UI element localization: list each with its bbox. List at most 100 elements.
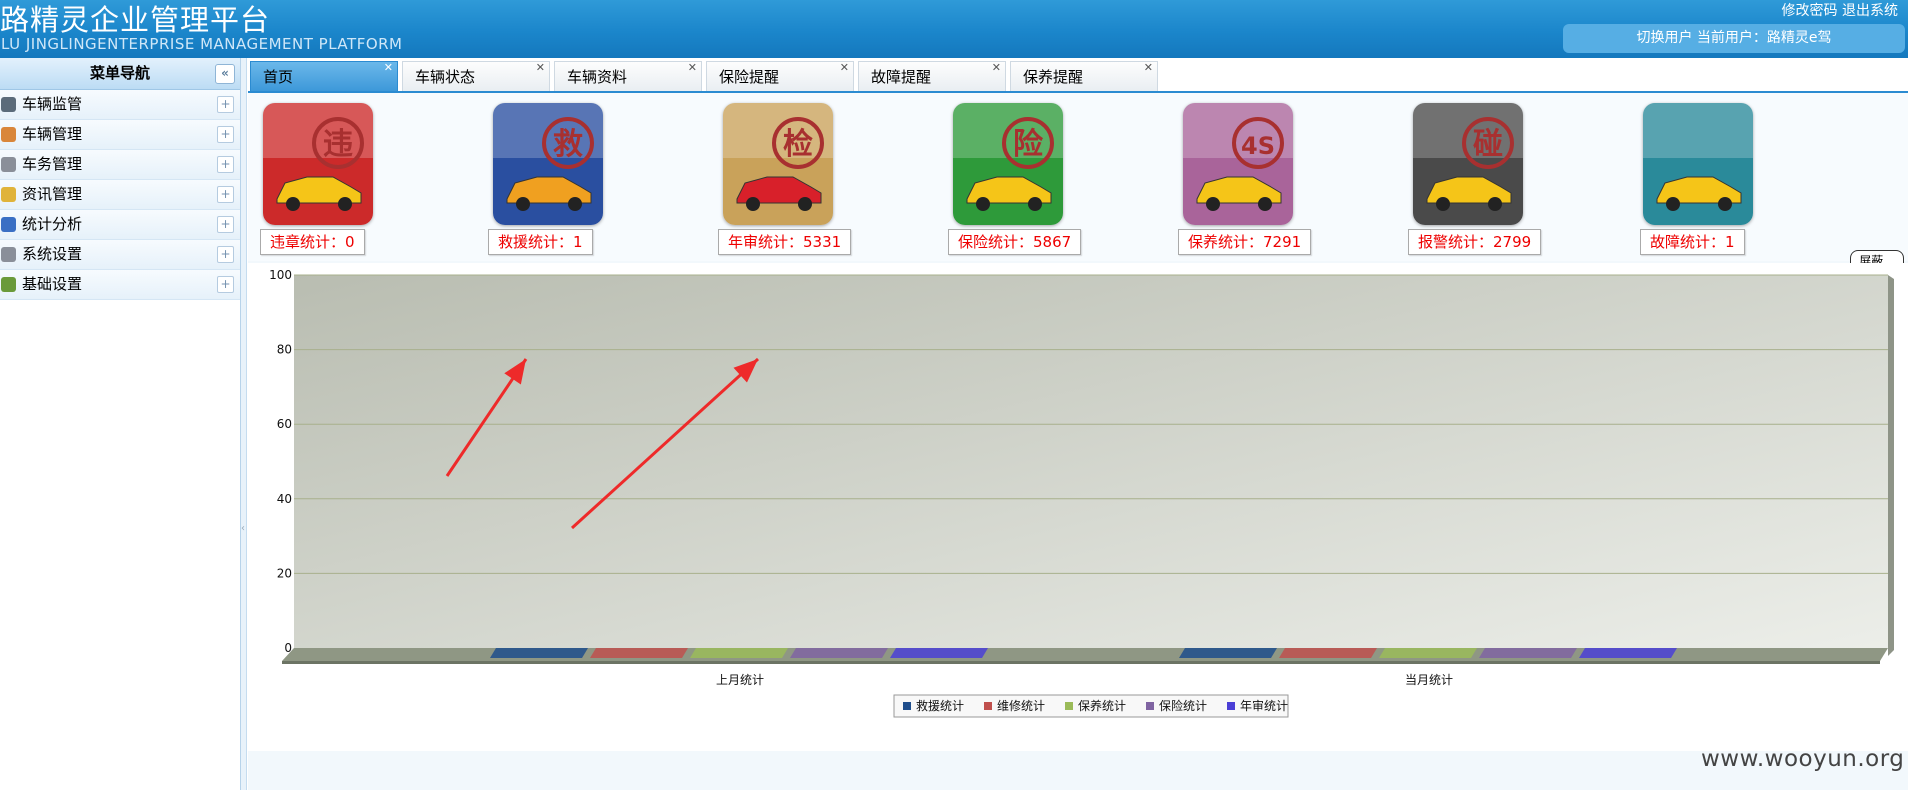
sidebar-item[interactable]: 统计分析 + [0,210,240,240]
stat-label[interactable]: 保险统计：5867 [948,229,1082,255]
annual-inspection-icon[interactable]: 检 [723,103,833,225]
user-bar: 切换用户 当前用户：路精灵e驾 [1563,24,1905,53]
expand-plus-icon[interactable]: + [217,276,234,293]
sidebar-item[interactable]: 车务管理 + [0,150,240,180]
sidebar-menu: 车辆监管 + 车辆管理 + 车务管理 + 资讯管理 + 统计分析 + 系统设置 + 基础设置 + [0,90,240,300]
bar-维修统计 [590,648,688,658]
panel-splitter[interactable]: ‹ [241,58,247,790]
fault-repair-icon[interactable] [1643,103,1753,225]
tab[interactable]: 车辆状态 ✕ [402,61,550,91]
stamp-glyph: 4S [1241,132,1275,160]
tab-close-icon[interactable]: ✕ [840,53,849,83]
expand-plus-icon[interactable]: + [217,126,234,143]
y-tick-label: 80 [277,343,292,357]
y-tick-label: 100 [269,268,292,282]
sidebar-item[interactable]: 基础设置 + [0,270,240,300]
splitter-handle-icon[interactable]: ‹ [241,523,246,543]
header-bar: 路精灵企业管理平台 LU JINGLINGENTERPRISE MANAGEME… [0,0,1908,58]
expand-plus-icon[interactable]: + [217,216,234,233]
gears-icon [1,277,16,292]
logout-link[interactable]: 退出系统 [1842,3,1898,19]
sidebar-item-label: 统计分析 [22,215,83,233]
violation-icon[interactable]: 违 [263,103,373,225]
legend-swatch [984,702,992,710]
bar-救援统计 [1179,648,1277,658]
bar-年审统计 [1579,648,1677,658]
chart-area: 0 20 40 60 80 100 上月统计 当月统计 救援统计 维修统计 保养统计 保险统计 年审统计 [248,263,1908,751]
tab-label: 保险提醒 [719,68,780,86]
stat-label[interactable]: 故障统计：1 [1640,229,1745,255]
legend-swatch [1065,702,1073,710]
tab-close-icon[interactable]: ✕ [536,53,545,83]
stamp-glyph: 违 [323,127,353,162]
tab-label: 故障提醒 [871,68,932,86]
legend-label: 保养统计 [1078,698,1126,713]
rescue-truck-icon[interactable]: 救 [493,103,603,225]
bar-chart-icon [1,217,16,232]
stat-tile[interactable]: 故障统计：1 [1628,103,1756,258]
tab[interactable]: 车辆资料 ✕ [554,61,702,91]
tab-close-icon[interactable]: ✕ [992,53,1001,83]
legend-label: 维修统计 [997,698,1045,713]
legend-swatch [1146,702,1154,710]
stat-tile[interactable]: 碰报警统计：2799 [1398,103,1542,258]
expand-plus-icon[interactable]: + [217,96,234,113]
stat-tile[interactable]: 险保险统计：5867 [938,103,1082,258]
stat-label[interactable]: 救援统计：1 [488,229,593,255]
tab-close-icon[interactable]: ✕ [688,53,697,83]
stat-tile[interactable]: 救救援统计：1 [478,103,606,258]
monitor-icon [1,97,16,112]
bar-救援统计 [490,648,588,658]
stat-label[interactable]: 年审统计：5331 [718,229,852,255]
bar-保养统计 [1379,648,1477,658]
collapse-sidebar-icon[interactable]: « [215,64,235,84]
sidebar-item-label: 系统设置 [22,245,83,263]
legend-swatch [903,702,911,710]
sidebar-item[interactable]: 车辆管理 + [0,120,240,150]
tab[interactable]: 保养提醒 ✕ [1010,61,1158,91]
tab[interactable]: 故障提醒 ✕ [858,61,1006,91]
stat-label[interactable]: 保养统计：7291 [1178,229,1312,255]
sidebar-item[interactable]: 系统设置 + [0,240,240,270]
app-title: 路精灵企业管理平台 [0,3,271,37]
sidebar-item-label: 车务管理 [22,155,83,173]
sidebar-item[interactable]: 资讯管理 + [0,180,240,210]
bar-保险统计 [790,648,888,658]
stat-tile[interactable]: 违违章统计：0 [248,103,376,258]
expand-plus-icon[interactable]: + [217,156,234,173]
bar-年审统计 [890,648,988,658]
tab-label: 车辆资料 [567,68,628,86]
bar-保险统计 [1479,648,1577,658]
stat-tile[interactable]: 4S 保养统计：7291 [1168,103,1312,258]
x-tick-label: 当月统计 [1405,673,1453,687]
sidebar-item-label: 车辆监管 [22,95,83,113]
stamp-glyph: 救 [553,127,583,162]
stamp-glyph: 碰 [1473,127,1503,162]
stat-label[interactable]: 违章统计：0 [260,229,365,255]
sidebar-item[interactable]: 车辆监管 + [0,90,240,120]
expand-plus-icon[interactable]: + [217,186,234,203]
plot-area [294,275,1888,648]
key-icon [1,157,16,172]
bar-chart: 020406080100上月统计 当月统计救援统计 维修统计 保养统计 保险统计 年审统计 [269,268,1894,718]
main-content: 违违章统计：0 救救援统计：1 检年审统计：5331 险保险统计：5867 4S 保养统计… [248,93,1908,790]
switch-user-link[interactable]: 切换用户 [1636,30,1692,46]
stat-tile[interactable]: 检年审统计：5331 [708,103,852,258]
change-password-link[interactable]: 修改密码 [1782,3,1838,19]
legend-label: 保险统计 [1159,698,1207,713]
stat-label[interactable]: 报警统计：2799 [1408,229,1542,255]
tab[interactable]: 首页 ✕ [250,61,398,91]
sidebar-header: 菜单导航 « [0,58,240,90]
insurance-icon[interactable]: 险 [953,103,1063,225]
y-tick-label: 60 [277,417,292,431]
expand-plus-icon[interactable]: + [217,246,234,263]
app-subtitle: LU JINGLINGENTERPRISE MANAGEMENT PLATFOR… [1,35,403,53]
tab-close-icon[interactable]: ✕ [1144,53,1153,83]
tab[interactable]: 保险提醒 ✕ [706,61,854,91]
tab-close-icon[interactable]: ✕ [384,53,393,83]
legend-label: 年审统计 [1240,698,1288,713]
user-car-icon [1,127,16,142]
maintenance-icon[interactable]: 4S [1183,103,1293,225]
alarm-crash-icon[interactable]: 碰 [1413,103,1523,225]
sidebar-title: 菜单导航 [89,64,150,82]
